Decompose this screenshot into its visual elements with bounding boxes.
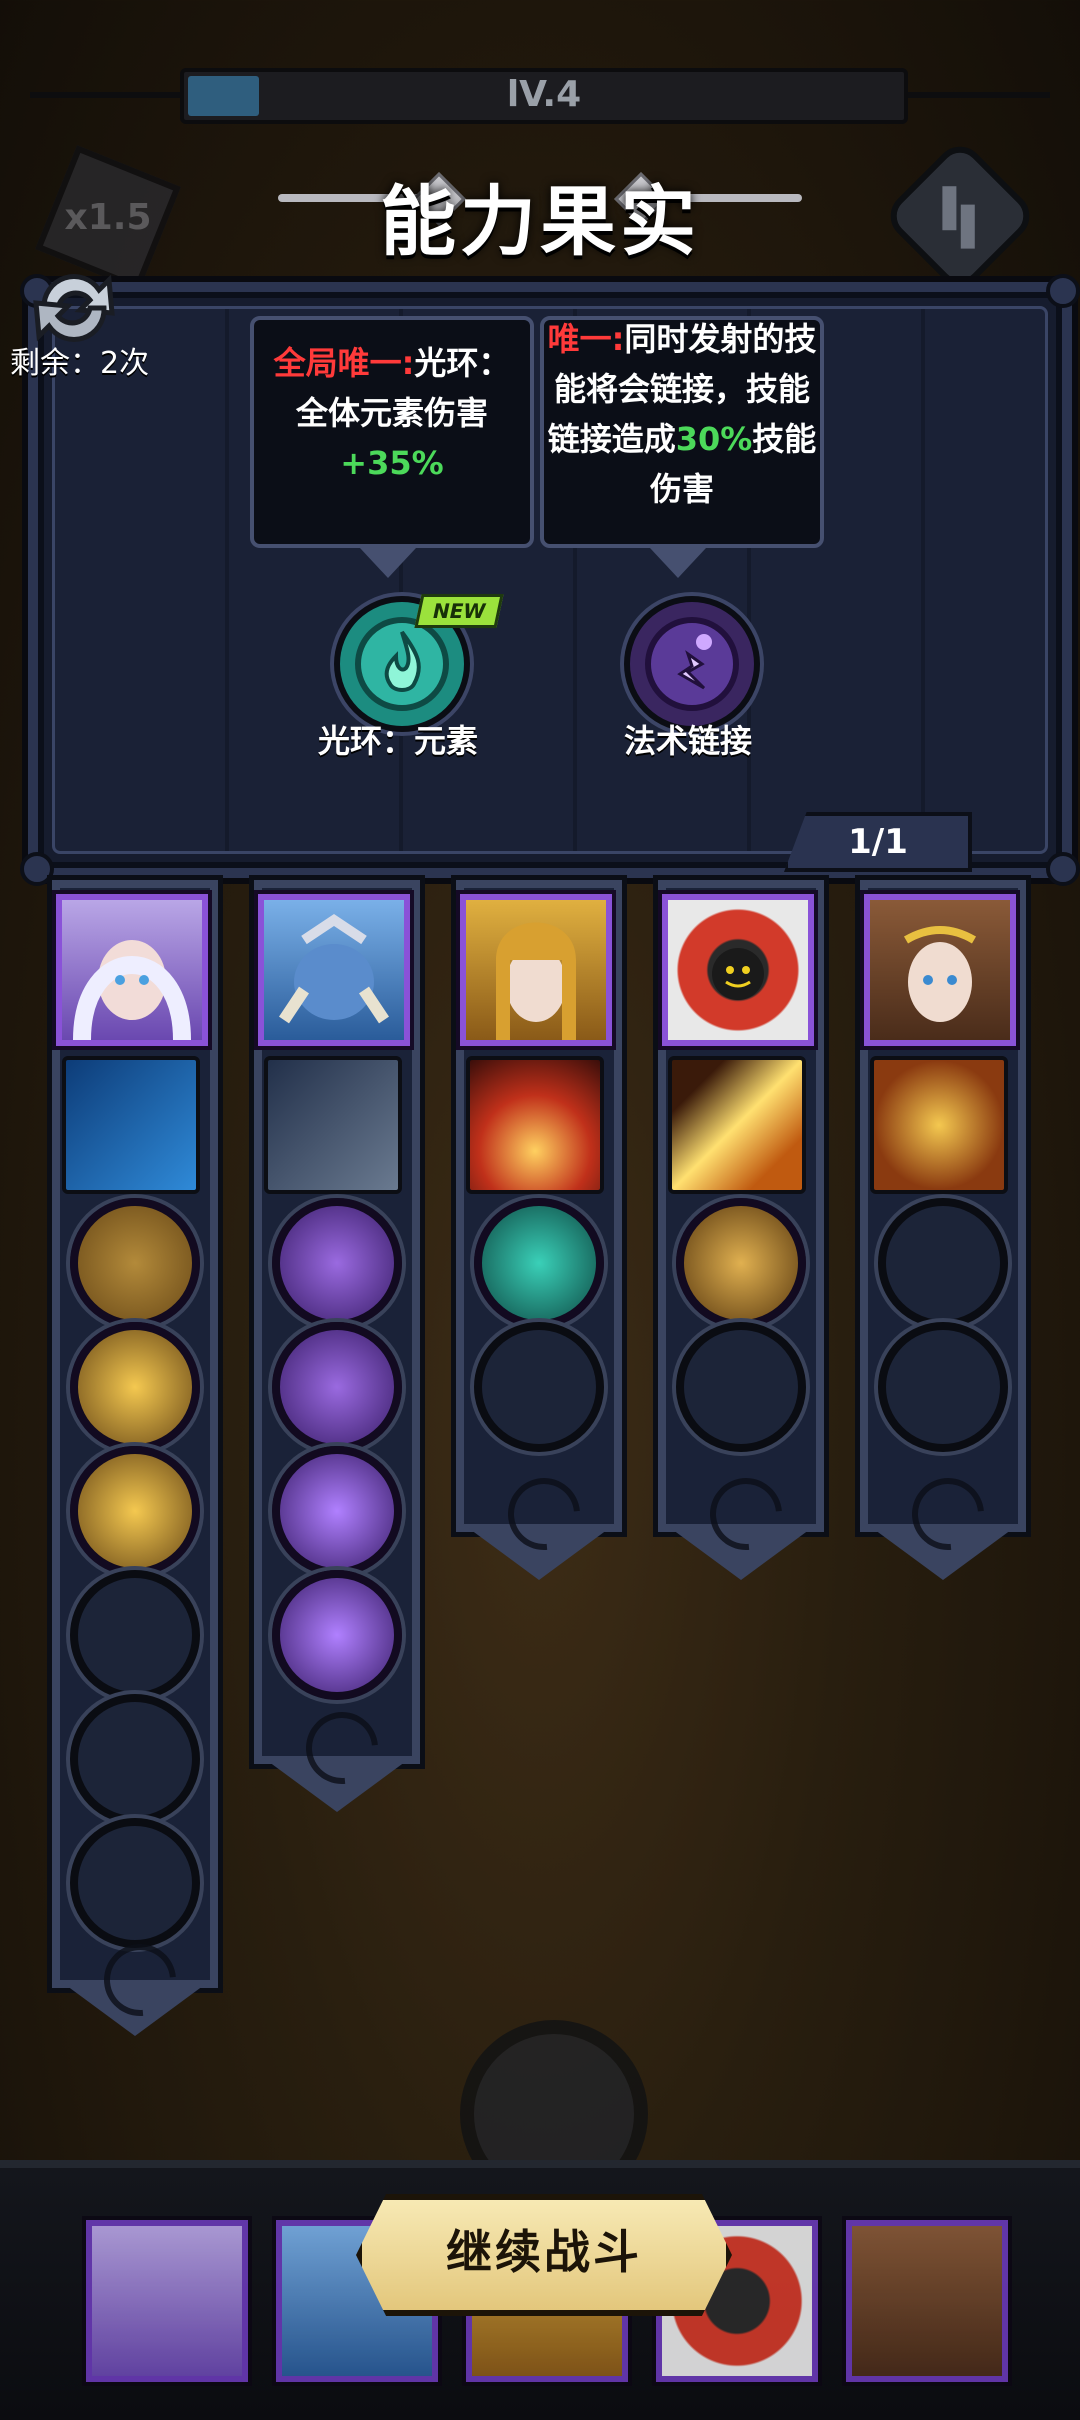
desc-value: 30% <box>675 420 753 458</box>
desc-text: 光环： <box>414 344 511 382</box>
light-beam-weapon-icon <box>668 1056 806 1194</box>
empty-skill-slot[interactable] <box>878 1198 1008 1328</box>
gold-medallion-weapon-icon <box>870 1056 1008 1194</box>
choice-description-2[interactable]: 唯一:同时发射的技 能将会链接，技能 链接造成30%技能 伤害 <box>540 316 824 548</box>
empty-skill-slot[interactable] <box>70 1570 200 1700</box>
goddess-face-icon <box>903 926 977 1022</box>
desc-text: 同时发射的技 <box>624 320 817 358</box>
hero-portrait-demon[interactable] <box>258 894 410 1046</box>
teal-swirl-skill-icon[interactable] <box>474 1198 604 1328</box>
bottom-hero-goddess[interactable] <box>846 2220 1008 2382</box>
empty-skill-slot[interactable] <box>70 1818 200 1948</box>
desc-pointer <box>650 548 706 578</box>
thorn-decoration-left <box>30 92 180 98</box>
demon-face-icon <box>279 913 389 1024</box>
page-indicator: 1/1 <box>784 812 972 872</box>
desc-text: 全体元素伤害 <box>295 394 488 432</box>
hero-portrait-queen[interactable] <box>460 894 612 1046</box>
bottom-hero-sorceress[interactable] <box>86 2220 248 2382</box>
purple-swirl-skill-icon[interactable] <box>272 1198 402 1328</box>
page-title: 能力果实 <box>380 177 700 266</box>
choice-name-1: 光环：元素 <box>317 722 478 760</box>
robot-face-icon <box>712 948 764 1000</box>
desc-tag: 唯一: <box>547 320 625 358</box>
gold-arrow-skill-icon[interactable] <box>70 1198 200 1328</box>
desc-text: 链接造成 <box>547 420 676 458</box>
fire-pit-weapon-icon <box>466 1056 604 1194</box>
ice-crystal-weapon-icon <box>62 1056 200 1194</box>
gold-burst-skill-icon[interactable] <box>70 1446 200 1576</box>
new-badge: NEW <box>414 594 505 628</box>
choice-name-2: 法术链接 <box>623 722 752 760</box>
hero-portrait-robot[interactable] <box>662 894 814 1046</box>
empty-skill-slot[interactable] <box>878 1322 1008 1452</box>
purple-arrow-skill-icon[interactable] <box>272 1446 402 1576</box>
empty-skill-slot[interactable] <box>474 1322 604 1452</box>
refresh-remaining-text: 剩余：2次 <box>10 346 150 381</box>
purple-orbs-skill-icon[interactable] <box>272 1322 402 1452</box>
hero-portrait-goddess[interactable] <box>864 894 1016 1046</box>
desc-value: +35% <box>340 444 444 482</box>
gold-spiral-skill-icon[interactable] <box>676 1198 806 1328</box>
panel-corner <box>1046 852 1080 886</box>
purple-arrow-skill-icon[interactable] <box>272 1570 402 1700</box>
desc-text: 伤害 <box>649 470 714 508</box>
desc-text: 能将会链接，技能 <box>553 370 810 408</box>
battle-axe-weapon-icon <box>264 1056 402 1194</box>
desc-tag: 全局唯一: <box>273 344 415 382</box>
level-progress-bar: lV.4 <box>180 68 908 124</box>
queen-face-icon <box>496 922 576 1040</box>
purple-lightning-chain-icon[interactable] <box>624 596 760 732</box>
panel-corner <box>1046 274 1080 308</box>
desc-pointer <box>360 548 416 578</box>
empty-skill-slot[interactable] <box>676 1322 806 1452</box>
panel-corner <box>20 852 54 886</box>
gold-burst-skill-icon[interactable] <box>70 1322 200 1452</box>
thorn-decoration-right <box>900 92 1050 98</box>
continue-battle-button[interactable]: 继续战斗 <box>356 2194 732 2316</box>
sorceress-face-icon <box>73 940 191 1041</box>
level-label: lV.4 <box>506 74 582 115</box>
desc-text: 技能 <box>752 420 817 458</box>
hero-portrait-sorceress[interactable] <box>56 894 208 1046</box>
empty-skill-slot[interactable] <box>70 1694 200 1824</box>
choice-description-1[interactable]: 全局唯一:光环： 全体元素伤害 +35% <box>250 316 534 548</box>
